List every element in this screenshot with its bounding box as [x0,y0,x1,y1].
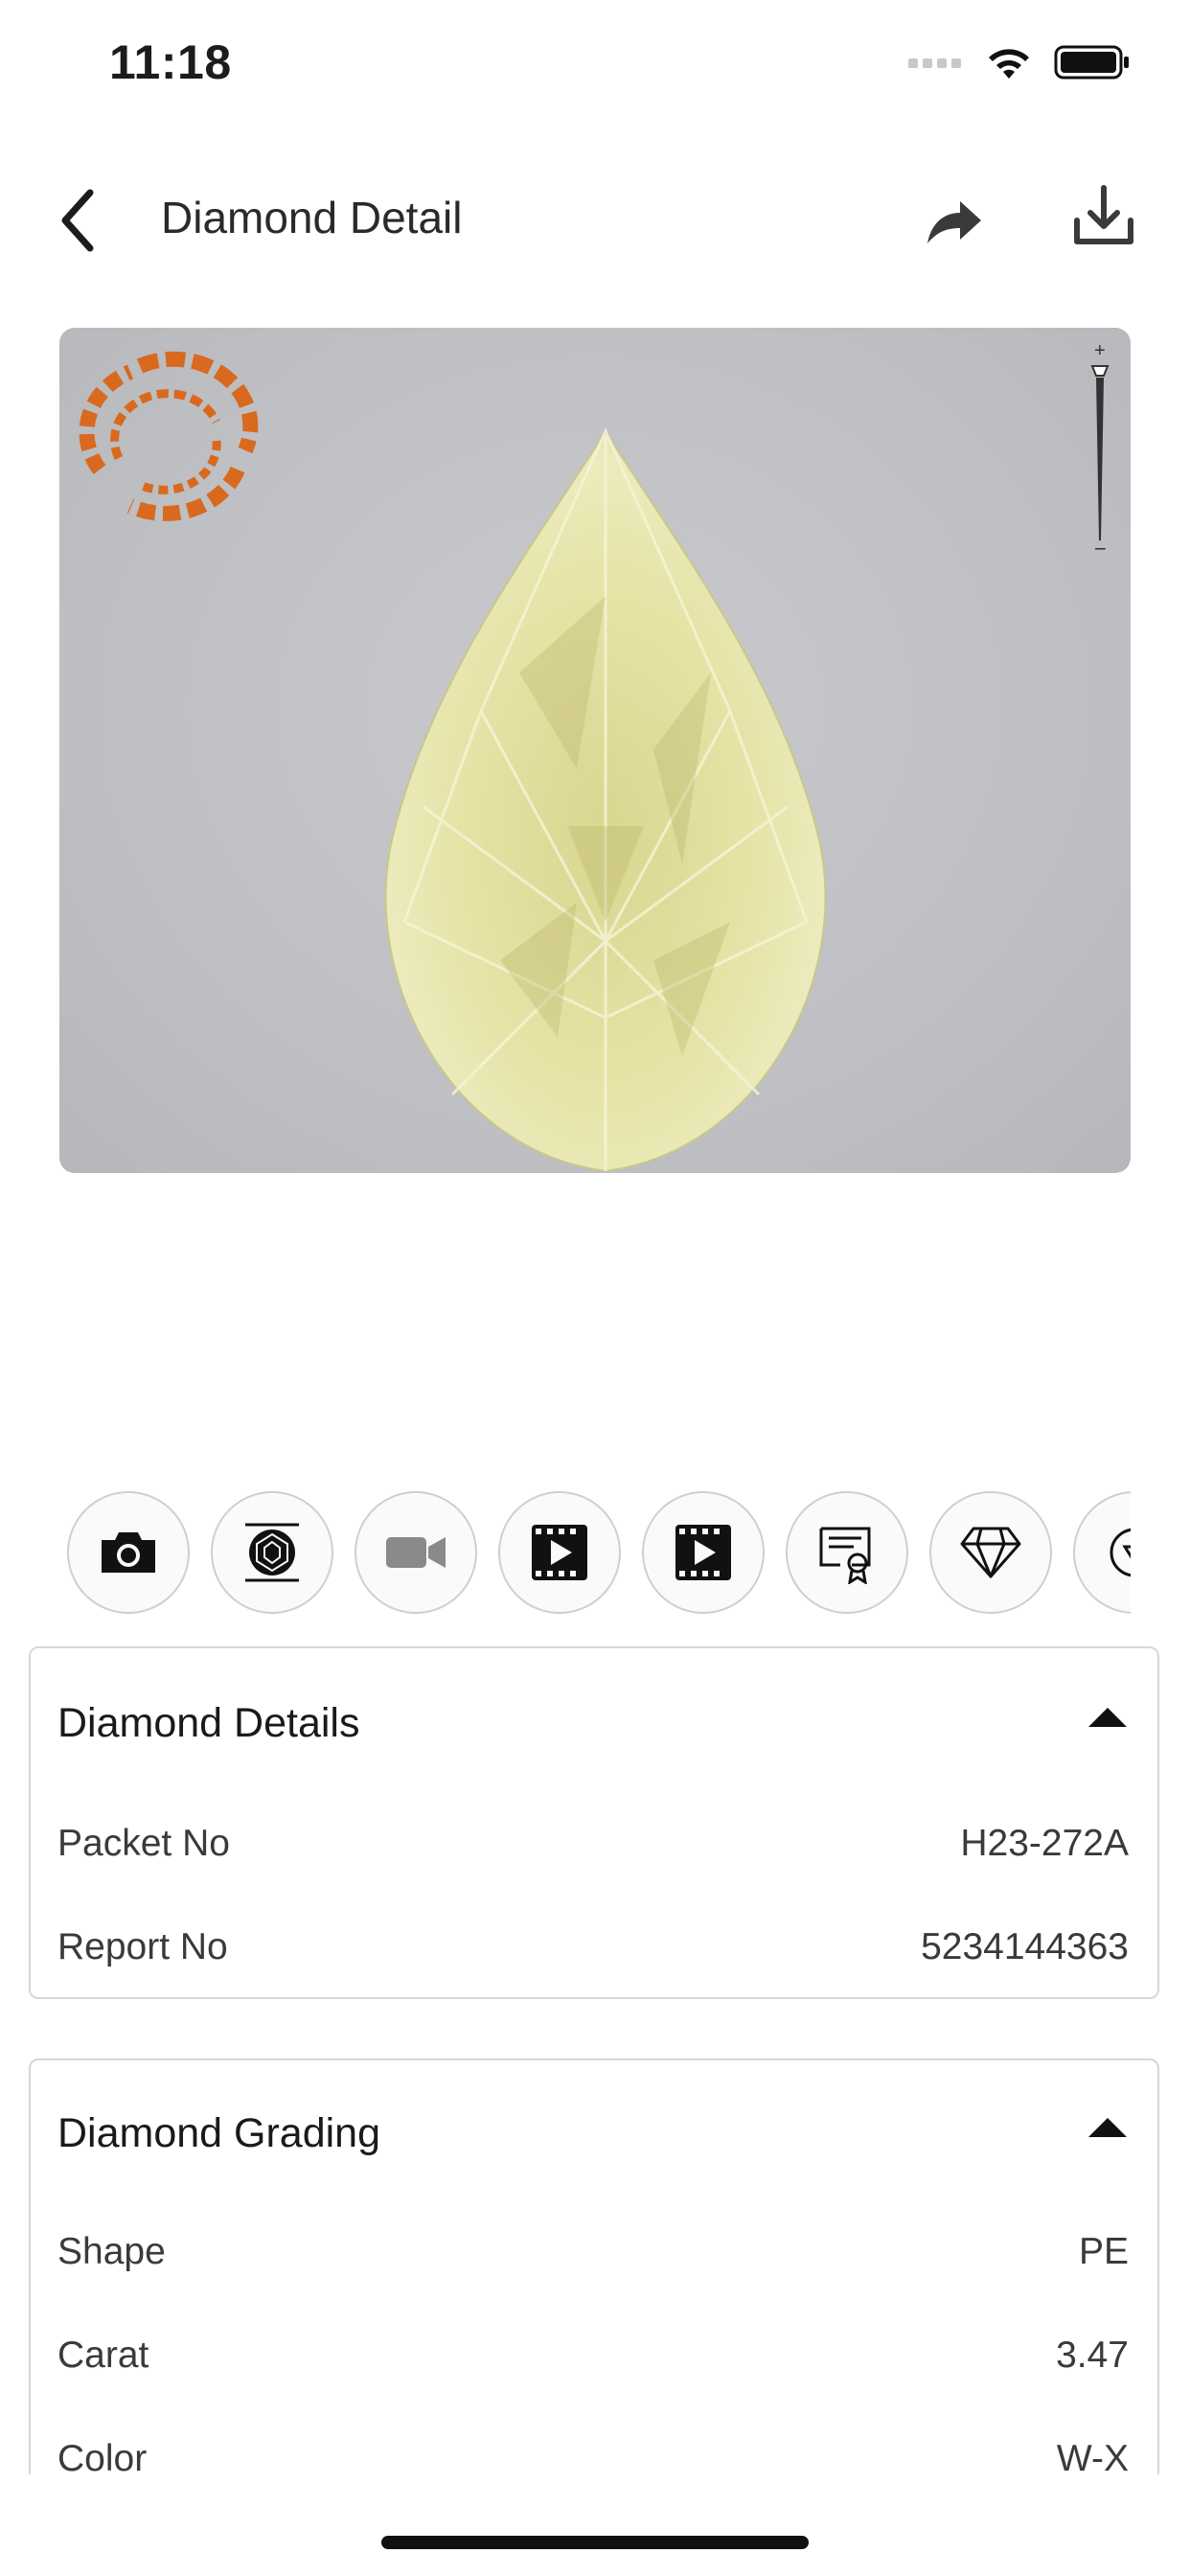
download-icon [1074,185,1133,244]
status-time: 11:18 [109,35,232,89]
video-camera-button[interactable] [355,1491,477,1614]
chevron-up-icon[interactable] [1087,2116,1129,2139]
report-no-value: 5234144363 [921,1926,1129,1967]
diamond-info-button[interactable] [929,1491,1052,1614]
back-button[interactable] [56,182,113,259]
wifi-icon [989,49,1029,79]
share-icon [927,201,981,243]
shape-value: PE [1078,2231,1129,2272]
diamond-outline-icon [960,1527,1021,1578]
video-play-icon [675,1525,731,1580]
share-button[interactable] [920,188,989,257]
signal-icon [908,58,961,68]
photo-button[interactable] [67,1491,190,1614]
gem-badge-icon [1110,1528,1131,1577]
report-no-label: Report No [57,1926,228,1967]
packet-no-value: H23-272A [960,1823,1129,1864]
zoom-slider[interactable]: + − [1083,339,1117,564]
shape-label: Shape [57,2231,166,2272]
carat-label: Carat [57,2334,149,2376]
video-play-button-2[interactable] [642,1491,765,1614]
video-play-button-1[interactable] [498,1491,621,1614]
diamond-details-title: Diamond Details [57,1700,360,1746]
svg-text:−: − [1094,537,1107,560]
carat-value: 3.47 [1056,2334,1129,2376]
diamond-image-viewer[interactable]: + − [59,328,1131,1173]
media-button-row[interactable] [67,1491,1131,1620]
diamond-image [366,424,845,1173]
chevron-up-icon[interactable] [1087,1706,1129,1729]
download-button[interactable] [1069,182,1138,251]
video-play-icon [532,1525,587,1580]
diamond-view-button[interactable] [211,1491,333,1614]
certificate-icon [819,1527,871,1584]
diamond-grading-title: Diamond Grading [57,2110,381,2156]
battery-icon [1054,45,1129,80]
status-icons [908,44,1131,80]
diamond-top-view-icon [245,1523,299,1582]
svg-text:+: + [1094,340,1106,361]
diamond-details-card: Diamond Details Packet No H23-272A Repor… [29,1646,1159,1999]
gem-badge-button[interactable] [1073,1491,1131,1614]
page-title: Diamond Detail [161,193,463,242]
bottom-safe-area [0,2474,1190,2576]
video-camera-icon [386,1537,446,1568]
packet-no-label: Packet No [57,1823,230,1864]
chevron-left-icon [61,189,94,252]
certificate-button[interactable] [786,1491,908,1614]
camera-icon [102,1532,155,1573]
home-indicator[interactable] [381,2536,809,2549]
spinner-logo [73,345,264,532]
